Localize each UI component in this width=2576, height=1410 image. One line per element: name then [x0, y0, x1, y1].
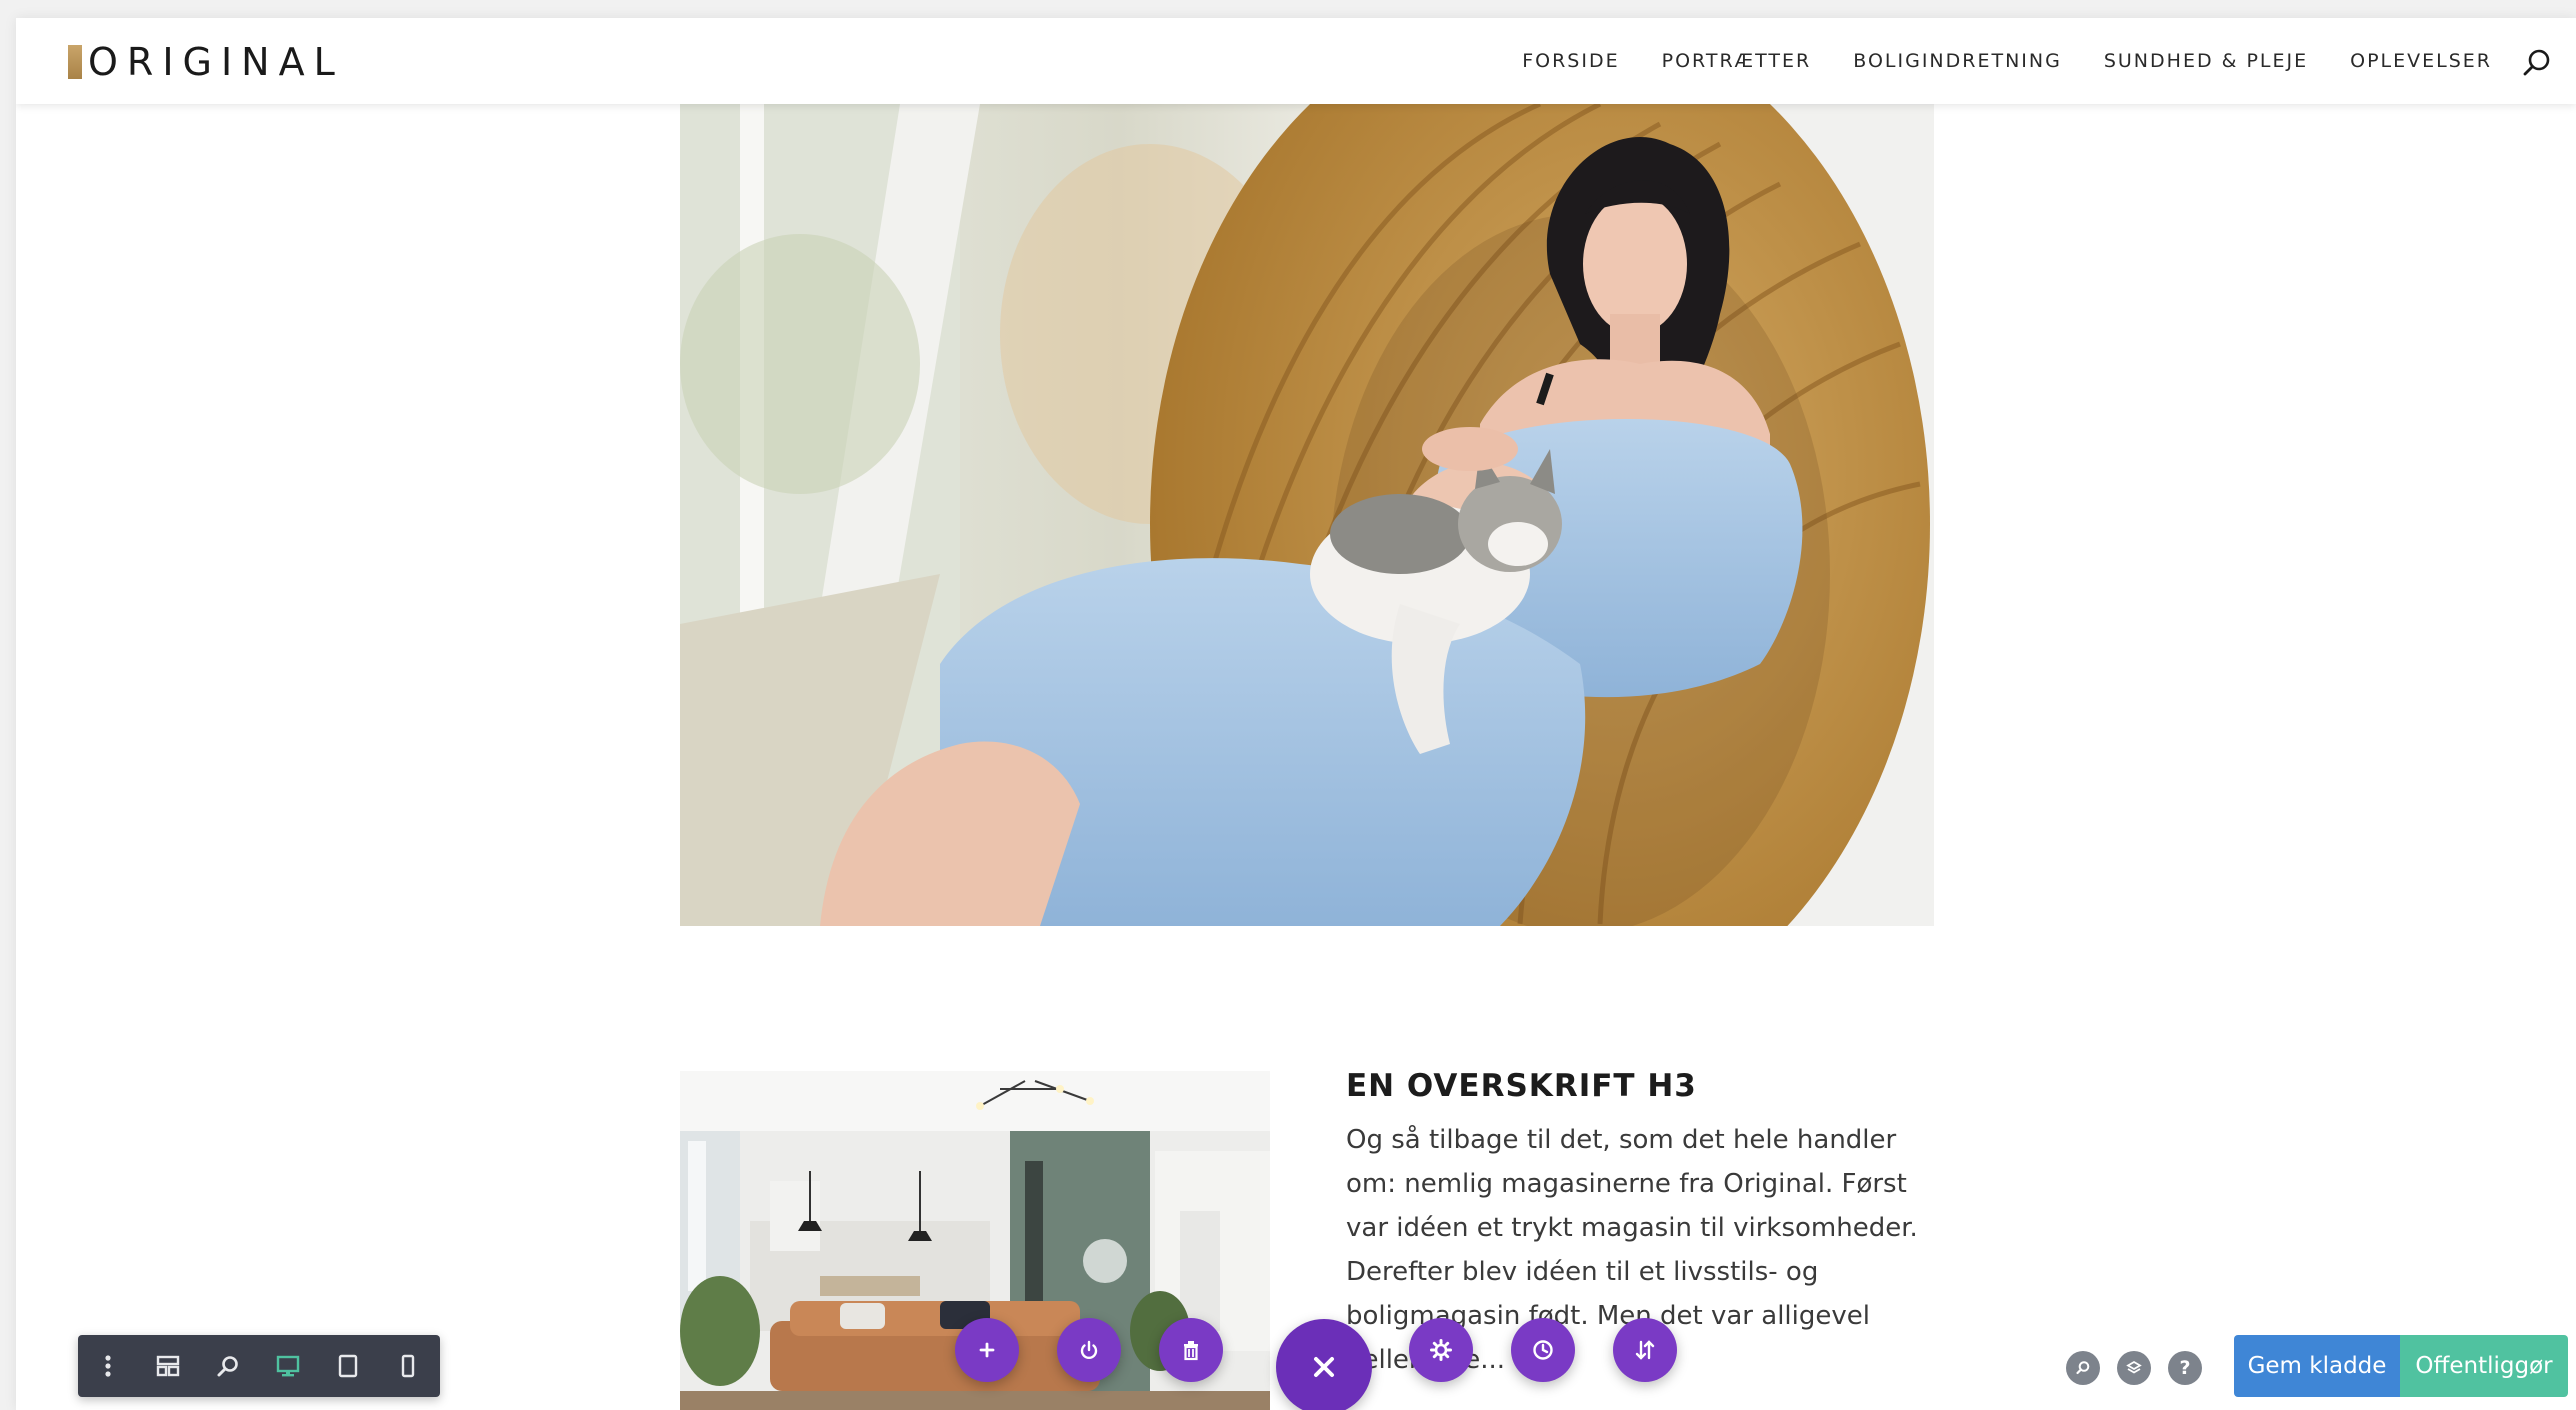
trash-icon	[1184, 1341, 1198, 1361]
main-nav: FORSIDE PORTRÆTTER BOLIGINDRETNING SUNDH…	[1480, 48, 2492, 74]
nav-item-forside[interactable]: FORSIDE	[1522, 48, 1619, 74]
logo-text: ORIGINAL	[88, 40, 344, 84]
nav-item-oplevelser[interactable]: OPLEVELSER	[2350, 48, 2492, 74]
search-icon[interactable]	[2066, 1351, 2100, 1385]
add-module-button[interactable]	[955, 1318, 1019, 1382]
phone-icon[interactable]	[378, 1335, 438, 1397]
more-vertical-icon[interactable]	[78, 1335, 138, 1397]
builder-view-toolbar	[78, 1335, 440, 1397]
history-button[interactable]	[1511, 1318, 1575, 1382]
zoom-icon[interactable]	[198, 1335, 258, 1397]
page-settings-button[interactable]	[1409, 1318, 1473, 1382]
help-icon[interactable]: ?	[2168, 1351, 2202, 1385]
history-icon	[1533, 1340, 1553, 1360]
nav-item-sundhed-pleje[interactable]: SUNDHED & PLEJE	[2104, 48, 2308, 74]
gear-icon	[1430, 1339, 1452, 1361]
hero-photo	[680, 104, 1934, 926]
close-settings-button[interactable]	[1276, 1319, 1372, 1410]
logo-mark	[68, 45, 82, 79]
article-heading: EN OVERSKRIFT H3	[1346, 1068, 1697, 1104]
power-icon	[1080, 1340, 1098, 1360]
save-draft-button[interactable]: Gem kladde	[2234, 1335, 2400, 1397]
close-icon	[1314, 1357, 1334, 1377]
nav-item-portraetter[interactable]: PORTRÆTTER	[1662, 48, 1812, 74]
layout-icon[interactable]	[138, 1335, 198, 1397]
clear-layout-button[interactable]	[1159, 1318, 1223, 1382]
tablet-icon[interactable]	[318, 1335, 378, 1397]
desktop-icon[interactable]	[258, 1335, 318, 1397]
page: ORIGINAL FORSIDE PORTRÆTTER BOLIGINDRETN…	[16, 18, 2576, 1410]
help-label: ?	[2179, 1357, 2191, 1379]
site-logo[interactable]: ORIGINAL	[68, 40, 344, 84]
portability-button[interactable]	[1057, 1318, 1121, 1382]
nav-item-boligindretning[interactable]: BOLIGINDRETNING	[1853, 48, 2062, 74]
publish-button[interactable]: Offentliggør	[2400, 1335, 2568, 1397]
plus-icon	[979, 1342, 995, 1358]
site-header: ORIGINAL FORSIDE PORTRÆTTER BOLIGINDRETN…	[16, 18, 2576, 104]
layers-icon[interactable]	[2117, 1351, 2151, 1385]
sort-icon	[1635, 1340, 1655, 1360]
search-icon[interactable]	[2520, 46, 2554, 80]
page-sort-button[interactable]	[1613, 1318, 1677, 1382]
